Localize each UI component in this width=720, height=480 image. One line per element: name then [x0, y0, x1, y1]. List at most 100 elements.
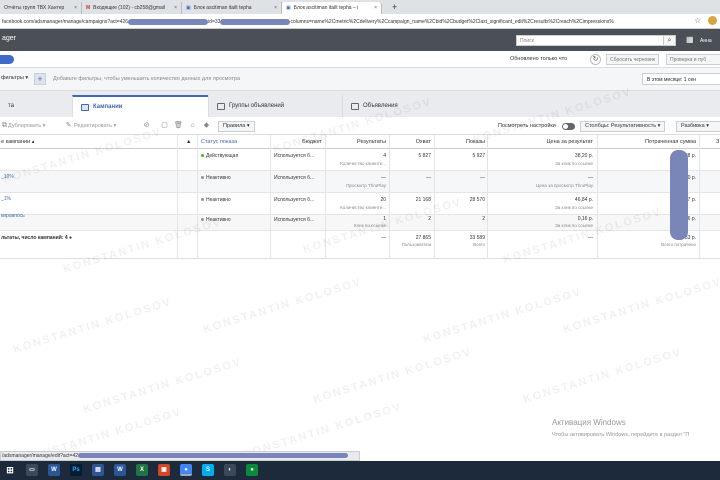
column-header-name[interactable]: е кампании ▴ [1, 135, 34, 149]
totals-spent-sub: Всего потрачено [661, 242, 696, 247]
date-range-picker[interactable]: В этом месяце: 1 сен [642, 73, 720, 85]
table-row[interactable]: _10% Неактивно Используется б... — Просм… [0, 171, 720, 193]
browser-tab[interactable]: M Входящие (102) - cb258@gmail × [82, 2, 182, 14]
search-input[interactable]: Поиск [516, 35, 676, 46]
tag-icon[interactable]: ◆ [202, 121, 211, 131]
app-icon-2[interactable]: ▤ [92, 464, 104, 476]
column-divider [434, 135, 435, 259]
app-icon-3[interactable]: ▣ [158, 464, 170, 476]
address-bar[interactable]: facebook.com/adsmanager/manage/campaigns… [0, 14, 720, 29]
totals-impressions-sub: Всего [473, 242, 485, 247]
budget-cell: Используется б... [274, 217, 315, 223]
watermark: KONSTANTIN KOLOSOV [11, 296, 174, 356]
browser-tab[interactable]: Отчёты групп ТВХ Хантер × [0, 2, 82, 14]
columns-dropdown[interactable]: Столбцы: Результативность ▾ [580, 121, 666, 132]
column-header-cost[interactable]: Цена за результат [490, 135, 593, 149]
new-tab-button[interactable]: + [392, 2, 397, 12]
grid-icon [217, 102, 225, 110]
close-tab-icon[interactable]: × [174, 5, 177, 11]
watermark: KONSTANTIN KOLOSOV [521, 346, 684, 406]
impressions-cell: — [480, 175, 485, 181]
breakdown-dropdown[interactable]: Разбивка ▾ [676, 121, 720, 132]
profile-avatar[interactable] [708, 16, 717, 25]
tab-account[interactable]: та [0, 95, 72, 117]
windows-taskbar: ⊞ ▭ W Ps ▤ W X ▣ ● S ◐ ● [0, 461, 720, 480]
cost-sub: За клик по ссылке [555, 205, 593, 210]
campaign-name[interactable]: кировпось [1, 213, 25, 219]
app-title: ager [2, 35, 17, 42]
chrome-icon[interactable]: ● [180, 464, 192, 476]
word-icon[interactable]: W [114, 464, 126, 476]
cost-cell: 0,16 р. [577, 216, 593, 222]
sort-icon: ▴ [31, 139, 35, 145]
tab-campaigns[interactable]: Кампании [72, 95, 208, 117]
app-icon-4[interactable]: ◐ [224, 464, 236, 476]
results-sub: Просмотр ThruPlay [346, 183, 386, 188]
excel-icon[interactable]: X [136, 464, 148, 476]
url-text[interactable]: facebook.com/adsmanager/manage/campaigns… [2, 17, 682, 27]
campaign-selector-bar: Обновлено только что ↻ Сбросить черновик… [0, 51, 720, 68]
review-publish-button[interactable]: Проверка и пуб [666, 54, 720, 65]
column-header-extra[interactable]: З [716, 135, 719, 149]
folder-icon [81, 103, 89, 111]
column-header-spent[interactable]: Потраченная сумма [600, 135, 696, 149]
close-tab-icon[interactable]: × [74, 5, 77, 11]
totals-label: льтаты, число кампаний: 4 ● [1, 235, 73, 241]
results-cell: 4 [383, 153, 386, 159]
redaction [128, 18, 209, 25]
watermark: KONSTANTIN KOLOSOV [201, 276, 364, 336]
close-tab-icon[interactable]: × [374, 5, 377, 11]
cost-cell: — [588, 175, 593, 181]
impressions-cell: 5 927 [472, 153, 485, 159]
browser-tab-active[interactable]: ▣ Блок ascitiman itailt tepha – i × [282, 2, 382, 14]
skype-icon[interactable]: S [202, 464, 214, 476]
status-dot-icon [201, 198, 204, 202]
column-divider [197, 135, 198, 259]
edit-button[interactable]: Редактировать ▾ [74, 121, 116, 131]
task-view-icon[interactable]: ▭ [26, 464, 38, 476]
redaction [220, 18, 291, 25]
tab-ad-sets[interactable]: Группы объявлений [208, 95, 342, 117]
add-filter-button[interactable]: + [34, 73, 46, 85]
saved-status: Обновлено только что [510, 56, 568, 62]
photoshop-icon[interactable]: Ps [70, 464, 82, 476]
status-badge: Неактивно [201, 197, 231, 203]
watermark: KONSTANTIN KOLOSOV [311, 346, 474, 406]
results-sub: Количество клиенте... [340, 161, 386, 166]
status-badge: Действующая [201, 153, 238, 159]
campaign-name[interactable]: _1% [1, 196, 11, 202]
reset-draft-button[interactable]: Сбросить черновик [606, 54, 659, 65]
browser-status-bar: /adsmanager/manage/edit?act=42 [0, 451, 360, 461]
refresh-icon[interactable]: ↻ [590, 54, 601, 65]
cost-sub: За клик по ссылке [555, 161, 593, 166]
ads-manager-header: ager Поиск ⌕ ▦ Анна [0, 29, 720, 51]
close-tab-icon[interactable]: × [274, 5, 277, 11]
column-header-reach[interactable]: Охват [392, 135, 431, 149]
warning-icon: ▲ [186, 139, 192, 145]
cost-cell: 38,20 р. [574, 153, 593, 159]
delete-icon[interactable]: ▢ [160, 121, 169, 131]
apps-grid-icon[interactable]: ▦ [686, 36, 694, 44]
duplicate-button[interactable]: Дублировать ▾ [8, 121, 45, 131]
app-icon-5[interactable]: ● [246, 464, 258, 476]
bookmark-star-icon[interactable]: ☆ [694, 16, 701, 25]
view-settings-toggle[interactable] [562, 123, 575, 130]
search-icon[interactable]: ⌕ [663, 35, 676, 46]
results-sub: Количество клиенте... [340, 205, 386, 210]
table-row[interactable]: _1% Неактивно Используется б... 20 Колич… [0, 193, 720, 215]
windows-activation-title: Активация Windows [552, 418, 626, 427]
filter-bar: фильтры ▾ + Добавьте фильтры, чтобы умен… [0, 68, 720, 91]
rules-dropdown[interactable]: Правила ▾ [218, 121, 255, 132]
lock-icon[interactable]: ⌂ [188, 121, 197, 131]
trash-icon[interactable]: 🗑 [174, 121, 183, 131]
edit-icon: ✎ [65, 122, 72, 129]
cost-sub: За клик по ссылке [555, 223, 593, 228]
user-name[interactable]: Анна [700, 38, 712, 44]
info-icon: ● [69, 235, 73, 241]
app-icon-1[interactable]: W [48, 464, 60, 476]
windows-start-icon[interactable]: ⊞ [4, 464, 16, 476]
account-selector[interactable] [0, 55, 14, 64]
browser-tab[interactable]: ▣ Блок ascitiman itailt tepha × [182, 2, 282, 14]
column-header-status[interactable]: Статус показа [201, 135, 237, 149]
filters-dropdown[interactable]: фильтры ▾ [0, 75, 28, 85]
